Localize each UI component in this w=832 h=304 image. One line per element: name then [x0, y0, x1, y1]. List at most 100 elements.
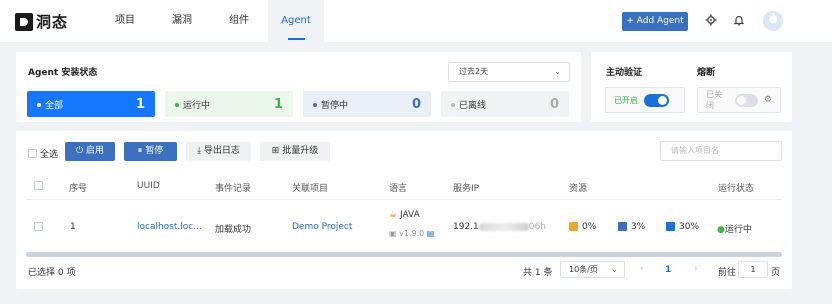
- row-disk: 30%: [666, 222, 699, 232]
- pause-button[interactable]: ⏸ 暂停: [124, 142, 177, 161]
- stat-label-paused: 暂停中: [321, 100, 349, 111]
- col-uuid: UUID: [137, 181, 160, 191]
- stat-card-running[interactable]: 运行中 1: [165, 91, 293, 117]
- fuse-state-label: 已关闭: [706, 90, 722, 110]
- page-size-value: 10条/页: [569, 265, 598, 274]
- select-all[interactable]: 全选: [28, 147, 58, 160]
- row-checkbox[interactable]: [34, 222, 43, 231]
- col-language: 语言: [389, 184, 408, 194]
- version-box-icon: ▣: [389, 229, 397, 238]
- nav-item-vulnerabilities[interactable]: 漏洞: [159, 0, 205, 42]
- horizontal-scrollbar[interactable]: [26, 252, 782, 257]
- chevron-down-icon: ⌄: [611, 265, 618, 274]
- status-label: 运行中: [724, 225, 752, 235]
- col-event: 事件记录: [215, 184, 252, 194]
- stat-label-offline: 已离线: [459, 100, 487, 111]
- row-event: 加载成功: [215, 225, 252, 235]
- fuse-switch[interactable]: [734, 93, 758, 107]
- disk-value: 30%: [679, 222, 700, 232]
- nav-item-components[interactable]: 组件: [216, 0, 262, 42]
- dot-icon: [37, 103, 41, 107]
- goto-label: 前往: [718, 268, 737, 278]
- row-language-label: JAVA: [399, 210, 420, 220]
- stat-card-all[interactable]: 全部 1: [27, 91, 155, 117]
- memory-icon: [618, 222, 627, 231]
- fuse-toggle-box: 已关闭 ⚙: [697, 87, 781, 113]
- user-avatar-icon[interactable]: [763, 11, 783, 31]
- verify-state-label: 已开启: [614, 95, 638, 105]
- ip-prefix: 192.1: [453, 222, 479, 232]
- col-run-status: 运行状态: [718, 184, 755, 194]
- dot-icon: [451, 103, 455, 107]
- row-project-link[interactable]: Demo Project: [292, 222, 352, 232]
- prev-page-chevron-icon[interactable]: ‹: [640, 264, 644, 274]
- selected-count: 已选择 0 项: [28, 268, 76, 278]
- status-card-title: Agent 安装状态: [28, 68, 98, 78]
- batch-upgrade-label: 批量升级: [282, 146, 319, 156]
- ip-suffix: 06h: [528, 222, 546, 232]
- next-page-chevron-icon[interactable]: ›: [694, 264, 698, 274]
- page-size-select[interactable]: 10条/页 ⌄: [560, 261, 625, 278]
- power-icon: ⏻: [75, 146, 84, 156]
- row-uuid-link[interactable]: localhost.loc...: [137, 222, 202, 232]
- cpu-value: 0%: [582, 222, 597, 232]
- select-all-label: 全选: [40, 150, 59, 160]
- col-project: 关联项目: [292, 184, 329, 194]
- nav-item-agent[interactable]: Agent: [268, 0, 324, 42]
- upgrade-icon: ⊞: [271, 146, 280, 156]
- row-status: ●运行中: [717, 222, 752, 235]
- bell-icon[interactable]: [732, 14, 746, 28]
- verify-title: 主动验证: [606, 68, 643, 78]
- download-icon: ⤓: [197, 146, 202, 156]
- stat-card-paused[interactable]: 暂停中 0: [303, 91, 431, 117]
- col-index: 序号: [69, 184, 88, 194]
- stat-label-running: 运行中: [183, 100, 211, 111]
- page-suffix: 页: [771, 268, 781, 278]
- nav-item-projects[interactable]: 项目: [102, 0, 148, 42]
- dot-icon: [175, 103, 179, 107]
- cpu-icon: [569, 222, 578, 231]
- enable-label: 启用: [85, 146, 104, 156]
- header-checkbox[interactable]: [34, 181, 43, 190]
- active-tab-indicator: [288, 38, 305, 40]
- current-page[interactable]: 1: [665, 265, 671, 275]
- row-version-label: v1.9.0: [399, 229, 425, 238]
- time-range-select[interactable]: 过去2天 ⌄: [448, 62, 570, 82]
- row-language: ☕ JAVA: [389, 210, 420, 220]
- stat-count-offline: 0: [549, 96, 559, 112]
- stat-count-running: 1: [273, 96, 283, 112]
- project-search-input[interactable]: 请输入项目名: [660, 141, 782, 161]
- running-dot-icon: ●: [717, 225, 725, 235]
- row-index: 1: [70, 222, 76, 232]
- batch-upgrade-button[interactable]: ⊞ 批量升级: [260, 142, 330, 161]
- fuse-settings-gear-icon[interactable]: ⚙: [764, 95, 772, 105]
- stat-card-offline[interactable]: 已离线 0: [441, 91, 569, 117]
- brand-logo[interactable]: 洞态: [15, 11, 68, 32]
- memory-value: 3%: [631, 222, 646, 232]
- header-divider: [26, 199, 782, 200]
- goto-page-input[interactable]: 1: [738, 261, 768, 278]
- row-version: ▣ v1.9.0 ▤: [389, 229, 434, 238]
- row-memory: 3%: [618, 222, 645, 232]
- verify-toggle-box: 已开启: [605, 87, 685, 113]
- stat-label-all: 全部: [45, 100, 64, 111]
- pause-label: 暂停: [145, 146, 164, 156]
- stat-count-paused: 0: [411, 96, 421, 112]
- verify-switch[interactable]: [644, 93, 669, 107]
- enable-button[interactable]: ⏻ 启用: [65, 142, 115, 161]
- logo-mark-icon: [15, 12, 33, 31]
- select-all-checkbox[interactable]: [28, 149, 37, 158]
- fuse-title: 熔断: [697, 68, 716, 78]
- disk-icon: [666, 222, 675, 231]
- total-count: 共 1 条: [523, 268, 553, 278]
- col-service-ip: 服务IP: [453, 184, 480, 194]
- add-agent-button[interactable]: + Add Agent: [622, 12, 688, 31]
- dot-icon: [313, 103, 317, 107]
- settings-gear-icon[interactable]: [704, 14, 718, 28]
- stat-count-all: 1: [135, 96, 145, 112]
- java-icon: ☕: [389, 210, 398, 220]
- export-log-label: 导出日志: [203, 146, 240, 156]
- export-log-button[interactable]: ⤓ 导出日志: [186, 142, 251, 161]
- row-service-ip: 192.1 06h: [453, 222, 546, 232]
- upgrade-version-icon[interactable]: ▤: [427, 229, 435, 238]
